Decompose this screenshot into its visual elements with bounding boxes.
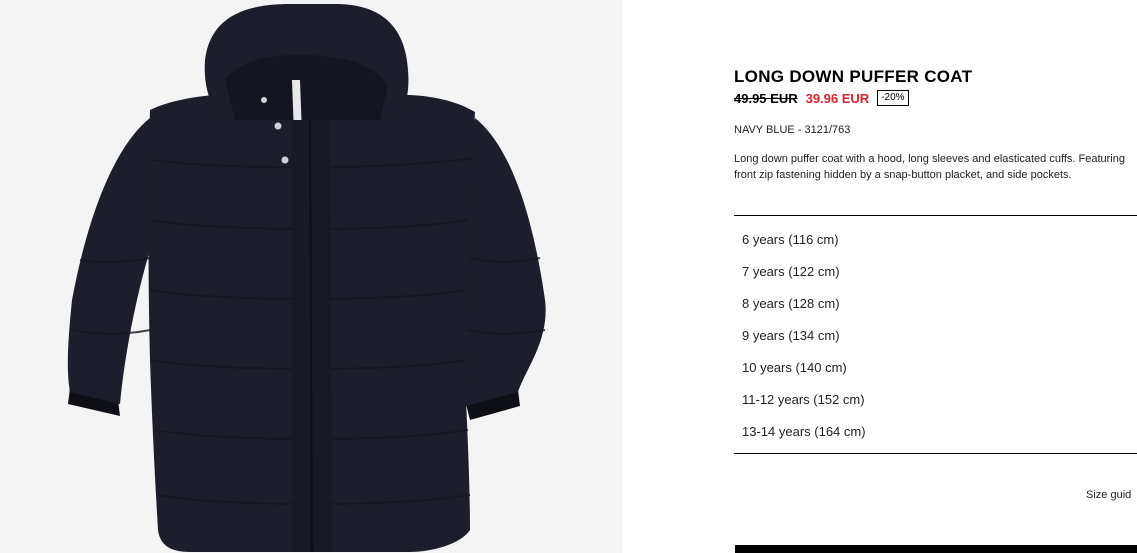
size-option[interactable]: 11-12 years (152 cm)	[734, 388, 1137, 420]
size-list: 6 years (116 cm) 7 years (122 cm) 8 year…	[734, 215, 1137, 454]
product-page: LONG DOWN PUFFER COAT 49.95 EUR 39.96 EU…	[0, 0, 1137, 553]
size-option[interactable]: 8 years (128 cm)	[734, 292, 1137, 324]
sale-price: 39.96 EUR	[805, 90, 870, 106]
size-option[interactable]: 6 years (116 cm)	[734, 228, 1137, 260]
size-option[interactable]: 13-14 years (164 cm)	[734, 420, 1137, 444]
size-option[interactable]: 9 years (134 cm)	[734, 324, 1137, 356]
product-details: LONG DOWN PUFFER COAT 49.95 EUR 39.96 EU…	[734, 66, 1137, 470]
product-image	[0, 0, 623, 553]
size-guide-link[interactable]: Size guid	[1086, 489, 1131, 501]
size-option[interactable]: 7 years (122 cm)	[734, 260, 1137, 292]
add-to-cart-button[interactable]	[735, 545, 1137, 553]
color-reference: NAVY BLUE - 3121/763	[734, 124, 851, 136]
discount-badge: -20%	[877, 90, 909, 106]
size-option[interactable]: 10 years (140 cm)	[734, 356, 1137, 388]
product-title: LONG DOWN PUFFER COAT	[734, 67, 973, 86]
price-row: 49.95 EUR 39.96 EUR -20%	[734, 88, 1137, 108]
original-price: 49.95 EUR	[734, 90, 798, 106]
product-description: Long down puffer coat with a hood, long …	[734, 153, 1125, 181]
